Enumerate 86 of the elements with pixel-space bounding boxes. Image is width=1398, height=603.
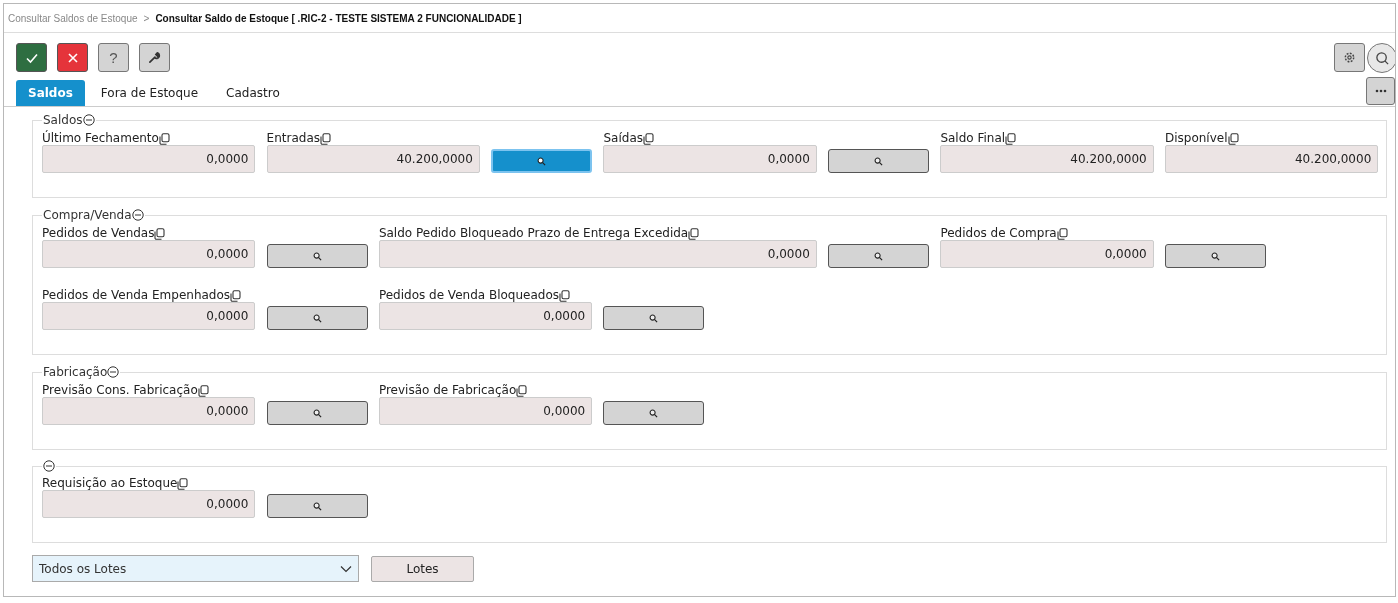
field-label: Disponível [1164,131,1228,145]
field-label: Pedidos de Compra [940,226,1057,240]
tools-button[interactable] [139,43,170,72]
number-field[interactable]: 0,0000 [42,145,256,173]
search-button[interactable] [1367,43,1395,73]
search-icon [312,501,322,511]
number-field[interactable]: 40.200,0000 [940,145,1154,173]
lookup-button[interactable] [603,306,705,330]
settings-icon [1343,51,1356,64]
lookup-button[interactable] [266,401,368,425]
copy-icon[interactable] [177,478,189,490]
search-icon [649,408,659,418]
more-button[interactable] [1366,77,1395,105]
group-title: Saldos [43,113,83,127]
number-field[interactable]: 0,0000 [378,302,593,330]
lookup-button[interactable] [1164,244,1266,268]
number-field[interactable]: 0,0000 [42,490,256,518]
tab[interactable]: Saldos [16,80,85,106]
lookup-button[interactable] [828,149,930,173]
copy-icon[interactable] [643,133,654,145]
field-label: Requisição ao Estoque [42,476,178,490]
tab[interactable]: Fora de Estoque [88,80,211,106]
copy-icon[interactable] [154,228,166,240]
ellipsis-icon [1374,89,1387,93]
tab[interactable]: Cadastro [214,80,292,106]
search-icon [312,313,322,323]
group-title: Fabricação [43,365,108,379]
number-field[interactable]: 0,0000 [378,240,817,268]
help-button[interactable]: ? [98,43,129,72]
lookup-button[interactable] [266,494,368,518]
field-label: Pedidos de Vendas [42,226,155,240]
search-icon [874,156,884,166]
field-label: Previsão Cons. Fabricação [42,383,198,397]
collapse-icon[interactable] [82,114,95,126]
copy-icon[interactable] [688,228,700,240]
breadcrumb-separator: > [143,12,150,24]
field-label: Saldo Final [940,131,1006,145]
search-icon [537,156,547,166]
group-title: Compra/Venda [43,208,132,222]
close-icon [66,51,79,64]
lookup-button[interactable] [828,244,930,268]
number-field[interactable]: 0,0000 [940,240,1154,268]
number-field[interactable]: 0,0000 [603,145,817,173]
lots-button[interactable]: Lotes [371,555,474,582]
breadcrumb-link[interactable]: Consultar Saldos de Estoque [8,12,138,24]
field-label: Previsão de Fabricação [378,383,517,397]
copy-icon[interactable] [516,385,528,397]
number-field[interactable]: 40.200,0000 [1164,145,1379,173]
number-field[interactable]: 40.200,0000 [266,145,480,173]
number-field[interactable]: 0,0000 [42,240,256,268]
search-icon [312,251,322,261]
field-label: Último Fechamento [42,131,159,145]
field-label: Entradas [266,131,320,145]
field-label: Pedidos de Venda Empenhados [42,288,231,302]
collapse-icon[interactable] [131,209,144,221]
page-title: Consultar Saldo de Estoque [ .RIC-2 - TESTE SISTEMA 2 FUNCIONALIDADE ] [155,12,522,24]
number-field[interactable]: 0,0000 [42,302,256,330]
collapse-icon[interactable] [107,366,120,378]
lot-dropdown[interactable]: Todos os Lotes [32,555,359,582]
field-label: Saldo Pedido Bloqueado Prazo de Entrega Excedida [378,226,689,240]
lookup-button[interactable] [603,401,705,425]
chevron-down-icon [340,564,352,573]
wrench-icon [148,51,161,64]
collapse-icon[interactable] [43,460,55,472]
copy-icon[interactable] [1005,133,1017,145]
field-label: Saídas [603,131,643,145]
search-icon [649,313,659,323]
copy-icon[interactable] [158,133,170,145]
lookup-button[interactable] [266,306,368,330]
search-icon [1374,50,1390,66]
copy-icon[interactable] [1056,228,1068,240]
copy-icon[interactable] [197,385,209,397]
copy-icon[interactable] [559,290,570,302]
settings-button[interactable] [1334,43,1365,72]
search-icon [1210,251,1220,261]
copy-icon[interactable] [320,133,331,145]
number-field[interactable]: 0,0000 [378,397,593,425]
confirm-button[interactable] [16,43,47,72]
copy-icon[interactable] [230,290,242,302]
search-icon [874,251,884,261]
search-icon [312,408,322,418]
field-label: Pedidos de Venda Bloqueados [378,288,559,302]
number-field[interactable]: 0,0000 [42,397,256,425]
lookup-button[interactable] [266,244,368,268]
cancel-button[interactable] [57,43,88,72]
copy-icon[interactable] [1227,133,1239,145]
